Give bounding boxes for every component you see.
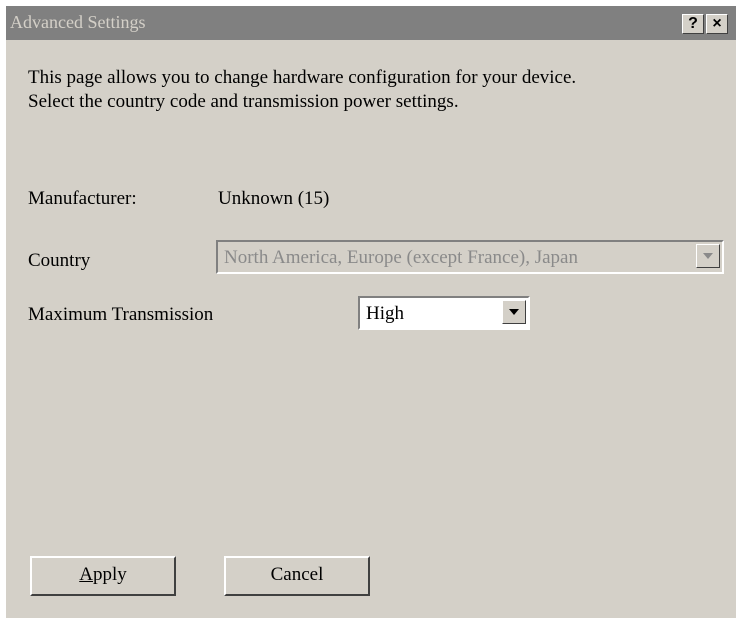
- description-line-2: Select the country code and transmission…: [28, 91, 459, 112]
- dropdown-arrow-icon: [696, 244, 720, 268]
- close-icon[interactable]: ×: [706, 14, 728, 34]
- help-icon[interactable]: ?: [682, 14, 704, 34]
- apply-button[interactable]: Apply: [30, 556, 176, 596]
- description-line-1: This page allows you to change hardware …: [28, 67, 577, 88]
- country-label: Country: [28, 250, 91, 271]
- apply-accelerator: A: [79, 564, 93, 585]
- dropdown-arrow-icon[interactable]: [502, 300, 526, 324]
- transmission-select-value: High: [366, 303, 404, 324]
- transmission-label: Maximum Transmission: [28, 304, 214, 325]
- title-bar[interactable]: Advanced Settings ? ×: [6, 6, 736, 40]
- advanced-settings-dialog: Advanced Settings ? × This page allows y…: [6, 6, 736, 618]
- manufacturer-value: Unknown (15): [218, 188, 330, 209]
- apply-label: pply: [92, 564, 127, 585]
- manufacturer-label: Manufacturer:: [28, 188, 137, 209]
- country-select: North America, Europe (except France), J…: [216, 240, 724, 274]
- cancel-button[interactable]: Cancel: [224, 556, 370, 596]
- window-title: Advanced Settings: [10, 12, 146, 32]
- description-text: This page allows you to change hardware …: [28, 66, 728, 114]
- country-select-value: North America, Europe (except France), J…: [224, 247, 578, 268]
- transmission-select[interactable]: High: [358, 296, 530, 330]
